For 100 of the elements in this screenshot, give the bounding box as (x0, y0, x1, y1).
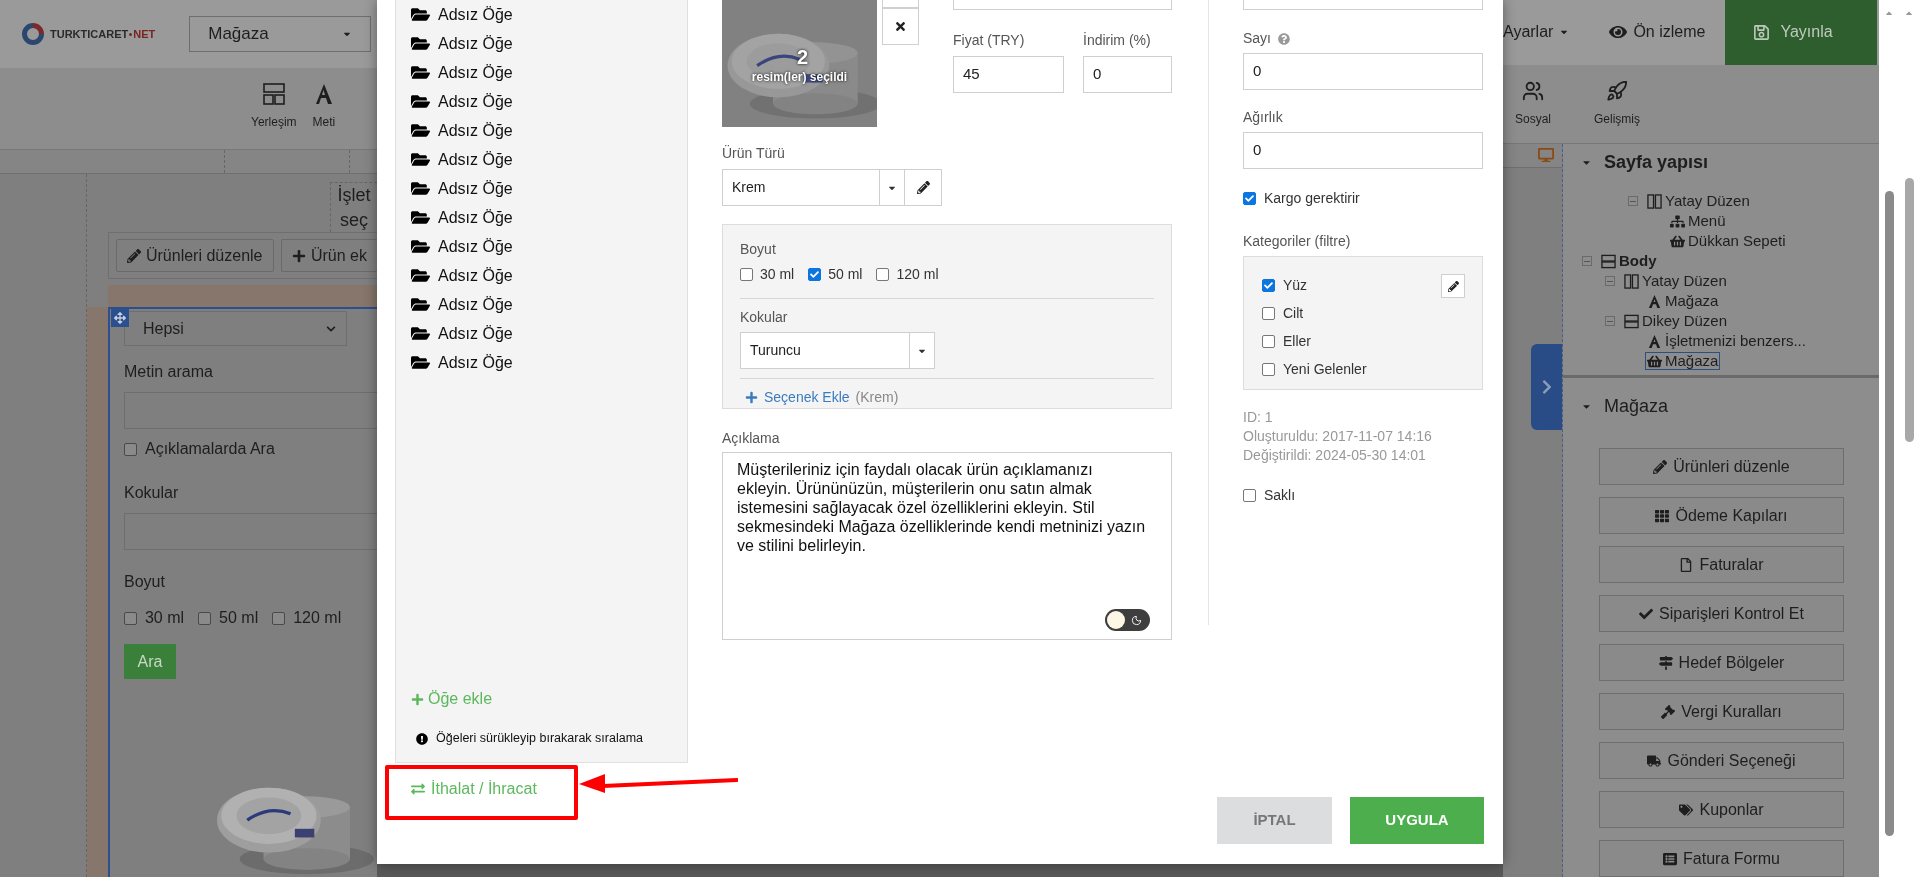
toolbar-item[interactable]: Meti (312, 83, 336, 131)
list-item[interactable]: Adsız Öğe (411, 29, 687, 58)
close-icon (894, 20, 907, 33)
tree-item[interactable]: Menü (1668, 212, 1728, 230)
pencil-icon (916, 181, 930, 194)
category-select[interactable]: Hepsi (123, 311, 347, 346)
add-option-link[interactable]: Seçenek Ekle (745, 387, 850, 408)
list-item[interactable]: Adsız Öğe (411, 319, 687, 348)
checkbox[interactable] (876, 268, 890, 281)
discount-field[interactable]: 0 (1083, 56, 1172, 93)
checkbox[interactable] (198, 611, 212, 625)
tree-item[interactable]: Yatay Düzen (1622, 272, 1729, 290)
store-action-button[interactable]: Gönderi Seçeneği (1599, 742, 1844, 779)
checkbox[interactable] (123, 611, 137, 625)
weight-field[interactable]: 0 (1243, 132, 1483, 169)
list-item[interactable]: Adsız Öğe (411, 58, 687, 87)
store-action-button[interactable]: Kuponlar (1599, 791, 1844, 828)
checkbox[interactable] (1243, 192, 1256, 205)
folder-icon (411, 237, 430, 256)
store-action-button[interactable]: Ödeme Kapıları (1599, 497, 1844, 534)
dark-mode-toggle[interactable] (1105, 609, 1150, 631)
tree-item[interactable]: Dükkan Sepeti (1668, 232, 1788, 250)
gavel-icon (1661, 704, 1676, 719)
signpost-icon (1658, 655, 1673, 670)
list-item[interactable]: Adsız Öğe (411, 116, 687, 145)
sitemap-icon (1670, 213, 1685, 229)
search-field[interactable] (123, 392, 377, 429)
expand-panel-tab[interactable] (1531, 344, 1562, 430)
page-select[interactable]: Mağaza (189, 16, 372, 52)
list-item[interactable]: Adsız Öğe (411, 174, 687, 203)
list-item[interactable]: Adsız Öğe (411, 0, 687, 29)
field-label: Kokular (740, 308, 789, 327)
move-handle[interactable] (110, 309, 129, 327)
description-editor[interactable]: Müşterileriniz için faydalı olacak ürün açıklamanızı ekleyin. Ürününüzün, müşterilerin onu satın almak istemesini sağlayacak özel özelliklerini ekleyin. Stil sekmesindeki Mağaza özelliklerinde kendi metninizi yazın ve stilini belirleyin. (722, 452, 1172, 640)
tree-item[interactable]: İşletmenizi benzers... (1645, 332, 1808, 350)
scrollbar-thumb[interactable] (1884, 191, 1894, 836)
truck-icon (1647, 753, 1662, 768)
checkbox[interactable] (1262, 278, 1275, 292)
checkbox[interactable] (808, 268, 822, 281)
toolbar-item[interactable]: Gelişmiş (1594, 79, 1641, 128)
edit-categories-button[interactable] (1441, 274, 1465, 298)
text-field[interactable] (1243, 0, 1483, 10)
folder-icon (411, 208, 430, 227)
checkbox[interactable] (1243, 489, 1256, 502)
scrollbar-thumb[interactable] (1904, 178, 1914, 442)
help-icon[interactable] (1278, 32, 1290, 45)
apply-button[interactable]: UYGULA (1350, 797, 1484, 844)
toolbar-item[interactable]: Sosyal (1515, 79, 1552, 128)
toolbar-item[interactable]: Yerleşim (251, 83, 297, 131)
store-action-button[interactable]: Faturalar (1599, 546, 1844, 583)
field-label: Açıklama (722, 429, 781, 448)
chevron-icon (325, 323, 336, 334)
list-item[interactable]: Adsız Öğe (411, 232, 687, 261)
checkbox[interactable] (1262, 362, 1275, 376)
store-action-button[interactable]: Fatura Formu (1599, 840, 1844, 877)
list-item[interactable]: Adsız Öğe (411, 87, 687, 116)
collapse-toggle[interactable] (1605, 276, 1615, 286)
tree-item[interactable]: Yatay Düzen (1645, 192, 1752, 210)
checkbox[interactable] (1262, 306, 1275, 320)
tree-item[interactable]: Body (1599, 252, 1659, 270)
collapse-toggle[interactable] (1605, 316, 1615, 326)
checkbox[interactable] (123, 442, 137, 456)
edit-type-button[interactable] (905, 169, 942, 206)
store-action-button[interactable]: Siparişleri Kontrol Et (1599, 595, 1844, 632)
list-item[interactable]: Adsız Öğe (411, 203, 687, 232)
checkbox[interactable] (272, 611, 286, 625)
collapse-toggle[interactable] (1582, 256, 1592, 266)
list-item[interactable]: Adsız Öğe (411, 145, 687, 174)
option-note: (Krem) (855, 388, 899, 407)
edit-products-button[interactable]: Ürünleri düzenle (115, 239, 274, 272)
publish-button[interactable]: Yayınla (1725, 0, 1878, 65)
scent-select[interactable]: Turuncu (740, 332, 935, 369)
store-action-button[interactable]: Ürünleri düzenle (1599, 448, 1844, 485)
text-line: İşlet (337, 184, 371, 207)
price-field[interactable]: 45 (953, 56, 1064, 93)
scent-field[interactable] (123, 513, 377, 550)
cancel-button[interactable]: İPTAL (1217, 797, 1332, 844)
product-type-select[interactable]: Krem (722, 169, 905, 206)
store-action-button[interactable]: Vergi Kuralları (1599, 693, 1844, 730)
collapse-toggle[interactable] (1628, 196, 1638, 206)
search-button[interactable]: Ara (123, 644, 176, 679)
field-label: Kategoriler (filtre) (1243, 232, 1352, 251)
field-label: Fiyat (TRY) (953, 31, 1026, 50)
tree-item[interactable]: Mağaza (1645, 292, 1721, 310)
folder-icon (411, 353, 430, 372)
store-action-button[interactable]: Hedef Bölgeler (1599, 644, 1844, 681)
checkbox[interactable] (740, 268, 753, 281)
text-field[interactable] (953, 0, 1172, 10)
import-export-link[interactable]: İthalat / İhracat (411, 777, 537, 801)
preview-button[interactable]: Ön izleme (1609, 0, 1706, 65)
remove-image-button[interactable] (882, 8, 919, 45)
checkbox[interactable] (1262, 334, 1275, 348)
settings-menu-button[interactable]: Ayarlar (1503, 0, 1570, 65)
list-item[interactable]: Adsız Öğe (411, 348, 687, 377)
count-field[interactable]: 0 (1243, 53, 1483, 90)
monitor-icon[interactable] (1538, 147, 1554, 163)
tree-item[interactable]: Dikey Düzen (1622, 312, 1730, 330)
list-item[interactable]: Adsız Öğe (411, 290, 687, 319)
list-item[interactable]: Adsız Öğe (411, 261, 687, 290)
tree-item[interactable]: Mağaza (1645, 352, 1721, 370)
